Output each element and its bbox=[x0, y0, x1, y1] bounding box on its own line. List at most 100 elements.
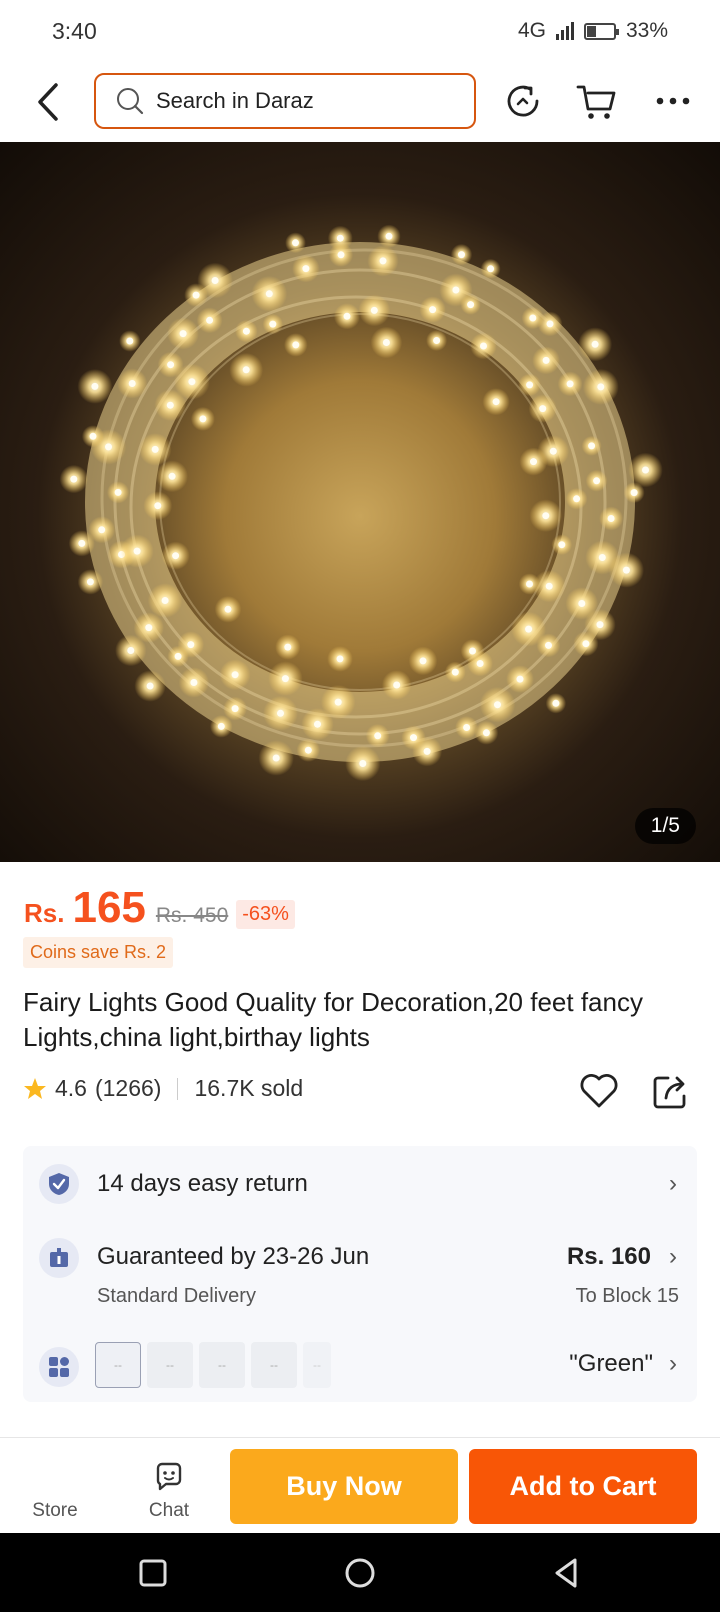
light-bulb-core bbox=[359, 760, 367, 767]
chevron-right-icon[interactable]: › bbox=[669, 1243, 677, 1271]
light-bulb-core bbox=[542, 356, 550, 364]
light-bulb-core bbox=[542, 512, 550, 520]
light-bulb-core bbox=[552, 699, 560, 707]
coins-badge: Coins save Rs. 2 bbox=[23, 937, 174, 968]
more-button[interactable] bbox=[650, 78, 696, 124]
chevron-right-icon[interactable]: › bbox=[669, 1170, 677, 1198]
rating-row[interactable]: 4.6 (1266) 16.7K sold bbox=[23, 1075, 303, 1102]
delivery-fee: Rs. 160 bbox=[566, 1243, 651, 1270]
light-bulb-core bbox=[98, 526, 106, 534]
variant-swatch[interactable]: -- bbox=[251, 1342, 297, 1388]
status-time: 3:40 bbox=[52, 17, 97, 44]
variant-icon-wrap bbox=[39, 1347, 79, 1387]
light-bulb-core bbox=[167, 361, 175, 369]
chat-button[interactable]: Chat bbox=[124, 1438, 214, 1534]
delivery-guarantee-text[interactable]: Guaranteed by 23-26 Jun bbox=[97, 1243, 369, 1271]
light-bulb-core bbox=[433, 337, 441, 344]
back-nav-icon[interactable] bbox=[547, 1553, 587, 1593]
discount-badge: -63% bbox=[236, 900, 295, 929]
network-label: 4G bbox=[517, 19, 546, 42]
variant-swatch[interactable]: -- bbox=[199, 1342, 245, 1388]
light-bulb-core bbox=[423, 747, 431, 755]
light-bulb-core bbox=[516, 675, 524, 683]
shield-check-icon bbox=[49, 1173, 69, 1195]
signal-icon bbox=[555, 22, 574, 40]
store-button[interactable]: Store bbox=[10, 1438, 100, 1534]
light-bulb-core bbox=[242, 327, 250, 335]
light-bulb-core bbox=[393, 681, 401, 689]
return-policy-text[interactable]: 14 days easy return bbox=[97, 1170, 308, 1198]
light-bulb-core bbox=[127, 647, 135, 654]
variant-swatch[interactable]: -- bbox=[303, 1342, 331, 1388]
home-icon[interactable] bbox=[340, 1553, 380, 1593]
original-price: Rs. 450 bbox=[155, 904, 229, 927]
currency-label: Rs. bbox=[24, 898, 65, 928]
light-bulb-core bbox=[190, 679, 198, 686]
light-bulb-core bbox=[597, 383, 605, 391]
selected-variant[interactable]: "Green" bbox=[569, 1350, 653, 1378]
light-bulb-core bbox=[192, 291, 200, 299]
back-arrow-icon bbox=[38, 83, 58, 121]
divider bbox=[177, 1077, 179, 1100]
current-price: 165 bbox=[72, 883, 146, 932]
history-button[interactable] bbox=[500, 78, 546, 124]
variant-swatch[interactable]: -- bbox=[147, 1342, 193, 1388]
light-bulb-core bbox=[429, 306, 437, 314]
delivery-location: To Block 15 bbox=[575, 1285, 679, 1307]
cart-button[interactable] bbox=[574, 78, 620, 124]
light-bulb-core bbox=[469, 647, 476, 655]
light-bulb-core bbox=[224, 605, 232, 613]
review-count: (1266) bbox=[94, 1075, 162, 1101]
buy-now-button[interactable]: Buy Now bbox=[230, 1449, 458, 1524]
light-bulb-core bbox=[179, 330, 187, 338]
light-bulb-core bbox=[133, 547, 141, 555]
service-info-card: 14 days easy return › Guaranteed by 23-2… bbox=[23, 1146, 697, 1402]
light-bulb-core bbox=[302, 265, 310, 273]
search-icon bbox=[117, 88, 144, 115]
light-bulb-core bbox=[172, 552, 180, 560]
light-bulb-core bbox=[126, 337, 134, 345]
light-bulb-core bbox=[526, 381, 534, 389]
light-bulb-core bbox=[284, 643, 292, 651]
light-bulb-core bbox=[154, 502, 162, 510]
status-indicators: 4G 33% bbox=[518, 19, 668, 43]
light-bulb-core bbox=[451, 668, 459, 676]
light-bulb-core bbox=[596, 621, 604, 629]
light-bulb-core bbox=[168, 472, 176, 480]
light-bulb-core bbox=[588, 442, 596, 450]
share-button[interactable] bbox=[650, 1070, 692, 1112]
light-bulb-core bbox=[482, 729, 490, 737]
light-bulb-core bbox=[452, 286, 460, 294]
light-bulb-core bbox=[161, 597, 169, 604]
delivery-type: Standard Delivery bbox=[97, 1285, 256, 1307]
light-bulb-core bbox=[545, 641, 552, 649]
light-bulb-core bbox=[272, 754, 280, 762]
light-bulb-core bbox=[607, 515, 615, 522]
light-bulb-core bbox=[174, 652, 182, 660]
light-bulb-core bbox=[242, 366, 250, 374]
rating-value: 4.6 bbox=[55, 1075, 87, 1101]
more-icon bbox=[656, 97, 690, 105]
chevron-right-icon[interactable]: › bbox=[669, 1350, 677, 1378]
light-bulb-core bbox=[487, 265, 495, 273]
light-bulb-core bbox=[269, 320, 277, 328]
add-to-cart-button[interactable]: Add to Cart bbox=[469, 1449, 697, 1524]
light-bulb-core bbox=[374, 732, 382, 740]
search-bar[interactable]: Search in Daraz bbox=[94, 73, 476, 129]
wishlist-button[interactable] bbox=[578, 1070, 620, 1112]
product-image-gallery[interactable]: 1/5 bbox=[0, 142, 720, 862]
back-button[interactable] bbox=[30, 80, 66, 124]
grid-variant-icon bbox=[49, 1357, 69, 1377]
variant-swatch[interactable]: -- bbox=[95, 1342, 141, 1388]
variant-swatches[interactable]: -- -- -- -- -- bbox=[95, 1342, 335, 1388]
search-placeholder: Search in Daraz bbox=[156, 88, 314, 113]
light-bulb-core bbox=[166, 401, 174, 409]
share-icon bbox=[653, 1076, 686, 1109]
delivery-icon-wrap bbox=[39, 1238, 79, 1278]
light-bulb-core bbox=[526, 580, 533, 588]
light-bulb-core bbox=[530, 458, 537, 466]
recents-icon[interactable] bbox=[133, 1553, 173, 1593]
price-row: Rs. 165 Rs. 450 -63% bbox=[24, 883, 295, 933]
light-bulb-core bbox=[598, 554, 606, 561]
light-bulb-core bbox=[525, 625, 533, 633]
